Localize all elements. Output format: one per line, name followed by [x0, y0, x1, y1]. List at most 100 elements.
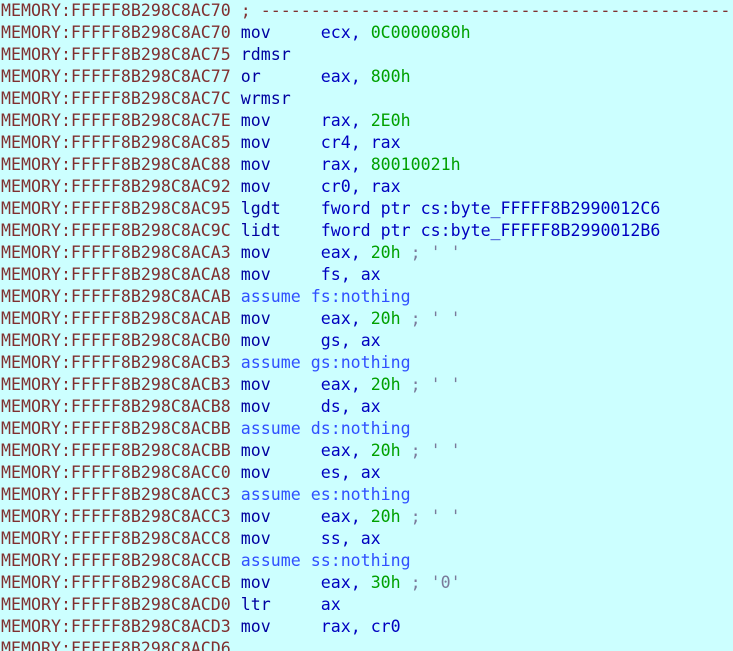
line-address: MEMORY:FFFFF8B298C8ACA8	[1, 265, 241, 284]
line-operand-2: ax	[360, 265, 381, 284]
line-operand-2: ax	[360, 529, 381, 548]
disassembly-line[interactable]: MEMORY:FFFFF8B298C8ACA8 mov fs, ax	[0, 264, 733, 286]
line-mnemonic: mov	[240, 243, 321, 262]
line-address: MEMORY:FFFFF8B298C8ACCB	[1, 551, 241, 570]
disassembly-line[interactable]: MEMORY:FFFFF8B298C8ACAB mov eax, 20h ; '…	[0, 308, 733, 330]
operand-separator: ,	[350, 133, 371, 152]
operand-separator: ,	[350, 375, 371, 394]
line-address: MEMORY:FFFFF8B298C8ACCB	[1, 573, 241, 592]
line-mnemonic: mov	[240, 375, 321, 394]
disassembly-line[interactable]: MEMORY:FFFFF8B298C8ACB0 mov gs, ax	[0, 330, 733, 352]
line-operand-2: ax	[360, 331, 381, 350]
line-address: MEMORY:FFFFF8B298C8AC88	[1, 155, 241, 174]
line-mnemonic: mov	[240, 397, 321, 416]
line-operand-1: eax	[320, 67, 351, 86]
line-operand-2: rax	[370, 133, 401, 152]
line-operand-1: es	[320, 463, 341, 482]
disassembly-line[interactable]: MEMORY:FFFFF8B298C8ACD0 ltr ax	[0, 594, 733, 616]
disassembly-line[interactable]: MEMORY:FFFFF8B298C8ACD6	[0, 638, 733, 651]
operand-separator: ,	[340, 463, 361, 482]
disassembly-line[interactable]: MEMORY:FFFFF8B298C8ACD3 mov rax, cr0	[0, 616, 733, 638]
disassembly-line[interactable]: MEMORY:FFFFF8B298C8ACCB assume ss:nothin…	[0, 550, 733, 572]
assume-directive: assume	[240, 353, 311, 372]
disassembly-line[interactable]: MEMORY:FFFFF8B298C8ACA3 mov eax, 20h ; '…	[0, 242, 733, 264]
disassembly-line[interactable]: MEMORY:FFFFF8B298C8AC92 mov cr0, rax	[0, 176, 733, 198]
disassembly-line[interactable]: MEMORY:FFFFF8B298C8ACCB mov eax, 30h ; '…	[0, 572, 733, 594]
disassembly-line[interactable]: MEMORY:FFFFF8B298C8ACC3 assume es:nothin…	[0, 484, 733, 506]
line-address: MEMORY:FFFFF8B298C8ACBB	[1, 441, 241, 460]
line-operand-2: 0C0000080h	[370, 23, 471, 42]
line-mnemonic: wrmsr	[240, 89, 291, 108]
line-operand-1: fword ptr cs:byte_FFFFF8B2990012C6	[320, 199, 661, 218]
disassembly-line[interactable]: MEMORY:FFFFF8B298C8AC75 rdmsr	[0, 44, 733, 66]
disassembly-line[interactable]: MEMORY:FFFFF8B298C8ACC3 mov eax, 20h ; '…	[0, 506, 733, 528]
disassembly-line[interactable]: MEMORY:FFFFF8B298C8ACC8 mov ss, ax	[0, 528, 733, 550]
line-mnemonic: ltr	[240, 595, 321, 614]
line-address: MEMORY:FFFFF8B298C8AC95	[1, 199, 241, 218]
operand-separator: ,	[340, 397, 361, 416]
disassembly-line[interactable]: MEMORY:FFFFF8B298C8ACBB mov eax, 20h ; '…	[0, 440, 733, 462]
line-operand-1: ds	[320, 397, 341, 416]
line-comment: ; ' '	[400, 441, 461, 460]
disassembly-line[interactable]: MEMORY:FFFFF8B298C8AC70 ; --------------…	[0, 0, 733, 22]
disassembly-line[interactable]: MEMORY:FFFFF8B298C8ACAB assume fs:nothin…	[0, 286, 733, 308]
disassembly-line[interactable]: MEMORY:FFFFF8B298C8AC88 mov rax, 8001002…	[0, 154, 733, 176]
line-operand-1: rax	[320, 617, 351, 636]
line-operand-2: 20h	[370, 243, 401, 262]
line-operand-1: ss	[320, 529, 341, 548]
operand-separator: ,	[350, 111, 371, 130]
line-operand-1: rax	[320, 111, 351, 130]
operand-separator: ,	[340, 529, 361, 548]
operand-separator: ,	[340, 265, 361, 284]
line-address: MEMORY:FFFFF8B298C8AC77	[1, 67, 241, 86]
line-mnemonic: rdmsr	[240, 45, 291, 64]
disassembly-line[interactable]: MEMORY:FFFFF8B298C8ACBB assume ds:nothin…	[0, 418, 733, 440]
line-operand-1: cr0	[320, 177, 351, 196]
line-mnemonic: mov	[240, 529, 321, 548]
line-operand-1: fword ptr cs:byte_FFFFF8B2990012B6	[320, 221, 661, 240]
disassembly-line[interactable]: MEMORY:FFFFF8B298C8AC9C lidt fword ptr c…	[0, 220, 733, 242]
line-address: MEMORY:FFFFF8B298C8ACC8	[1, 529, 241, 548]
line-address: MEMORY:FFFFF8B298C8ACC3	[1, 507, 241, 526]
line-operand-2: ax	[360, 463, 381, 482]
assume-argument: es:nothing	[310, 485, 411, 504]
line-address: MEMORY:FFFFF8B298C8AC85	[1, 133, 241, 152]
line-address: MEMORY:FFFFF8B298C8ACB3	[1, 353, 241, 372]
operand-separator: ,	[350, 573, 371, 592]
disassembly-line[interactable]: MEMORY:FFFFF8B298C8ACB3 assume gs:nothin…	[0, 352, 733, 374]
line-address: MEMORY:FFFFF8B298C8ACB8	[1, 397, 241, 416]
disassembly-line[interactable]: MEMORY:FFFFF8B298C8AC77 or eax, 800h	[0, 66, 733, 88]
line-operand-1: eax	[320, 243, 351, 262]
line-mnemonic: lidt	[240, 221, 321, 240]
line-address: MEMORY:FFFFF8B298C8AC7C	[1, 89, 241, 108]
operand-separator: ,	[350, 507, 371, 526]
line-operand-2: 20h	[370, 309, 401, 328]
disassembly-line[interactable]: MEMORY:FFFFF8B298C8AC70 mov ecx, 0C00000…	[0, 22, 733, 44]
line-operand-1: eax	[320, 573, 351, 592]
line-operand-2: 30h	[370, 573, 401, 592]
disassembly-line[interactable]: MEMORY:FFFFF8B298C8AC85 mov cr4, rax	[0, 132, 733, 154]
line-comment: ; ' '	[400, 507, 461, 526]
assume-argument: fs:nothing	[310, 287, 411, 306]
line-address: MEMORY:FFFFF8B298C8AC92	[1, 177, 241, 196]
line-operand-1: ax	[320, 595, 341, 614]
assume-directive: assume	[240, 287, 311, 306]
disassembly-line[interactable]: MEMORY:FFFFF8B298C8ACB8 mov ds, ax	[0, 396, 733, 418]
line-operand-1: fs	[320, 265, 341, 284]
line-address: MEMORY:FFFFF8B298C8ACD3	[1, 617, 241, 636]
disassembly-line[interactable]: MEMORY:FFFFF8B298C8ACC0 mov es, ax	[0, 462, 733, 484]
line-operand-2: 20h	[370, 375, 401, 394]
line-operand-1: gs	[320, 331, 341, 350]
line-mnemonic: mov	[240, 133, 321, 152]
disassembly-line[interactable]: MEMORY:FFFFF8B298C8AC95 lgdt fword ptr c…	[0, 198, 733, 220]
assume-argument: gs:nothing	[310, 353, 411, 372]
disassembly-line[interactable]: MEMORY:FFFFF8B298C8AC7C wrmsr	[0, 88, 733, 110]
disassembly-line[interactable]: MEMORY:FFFFF8B298C8AC7E mov rax, 2E0h	[0, 110, 733, 132]
line-operand-1: eax	[320, 507, 351, 526]
line-address: MEMORY:FFFFF8B298C8ACBB	[1, 419, 241, 438]
disassembly-line[interactable]: MEMORY:FFFFF8B298C8ACB3 mov eax, 20h ; '…	[0, 374, 733, 396]
line-mnemonic: lgdt	[240, 199, 321, 218]
disassembly-listing[interactable]: MEMORY:FFFFF8B298C8AC70 ; --------------…	[0, 0, 733, 651]
operand-separator: ,	[350, 67, 371, 86]
operand-separator: ,	[350, 441, 371, 460]
